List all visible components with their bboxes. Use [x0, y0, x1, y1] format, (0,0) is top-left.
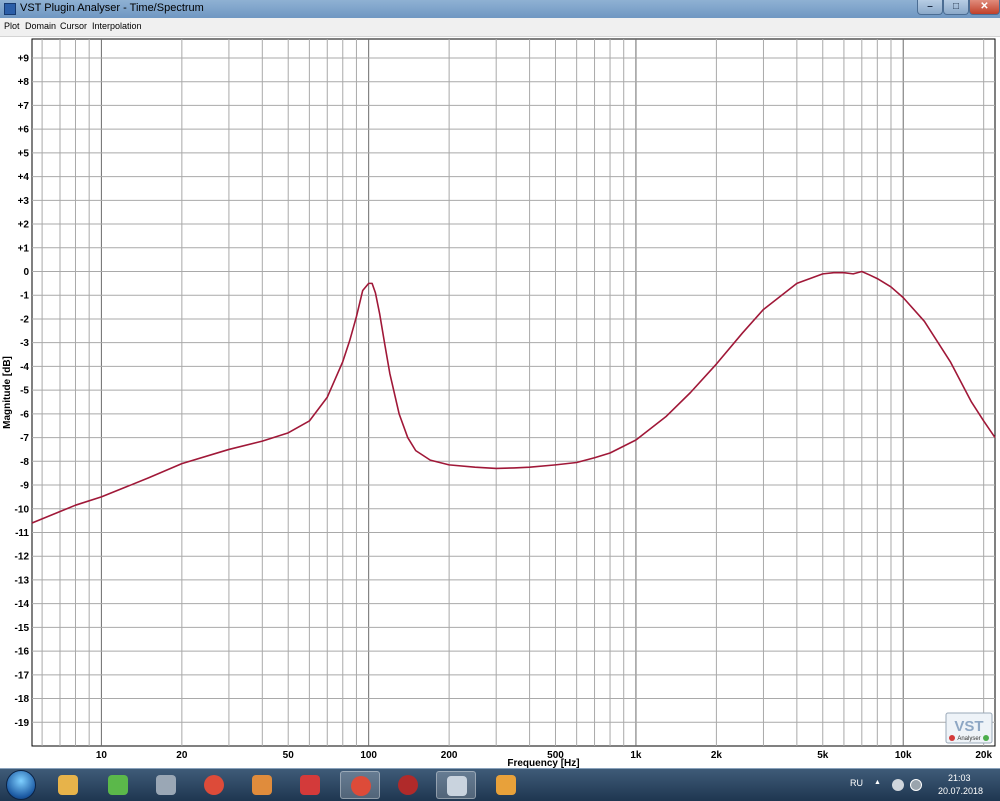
y-tick-label: -15: [15, 623, 30, 634]
chrome-icon: [204, 775, 224, 795]
vst-logo-text: VST: [954, 718, 983, 735]
x-tick-label: 10k: [895, 750, 912, 761]
taskbar-media[interactable]: [486, 771, 526, 799]
analyser-window: VST Plugin Analyser - Time/Spectrum – □ …: [0, 0, 1000, 768]
media-icon: [496, 775, 516, 795]
fl-studio-icon: [300, 775, 320, 795]
x-tick-label: 2k: [711, 750, 723, 761]
x-tick-label: 200: [441, 750, 458, 761]
vst-logo-subtext: Analyser: [957, 736, 980, 742]
y-tick-label: -2: [20, 314, 29, 325]
taskbar-calculator[interactable]: [146, 771, 186, 799]
y-axis-label: Magnitude [dB]: [2, 356, 13, 429]
taskbar-paint[interactable]: [242, 771, 282, 799]
y-tick-label: -17: [15, 670, 30, 681]
x-tick-label: 10: [96, 750, 108, 761]
x-tick-label: 1k: [630, 750, 642, 761]
plot-frame: [31, 38, 996, 747]
y-tick-label: -11: [15, 528, 29, 539]
close-button[interactable]: ✕: [969, 0, 1000, 15]
y-tick-label: -19: [15, 718, 30, 729]
x-axis-label: Frequency [Hz]: [507, 758, 579, 768]
logo-dot-red: [949, 735, 955, 741]
title-bar[interactable]: VST Plugin Analyser - Time/Spectrum – □ …: [0, 0, 1000, 19]
taskbar-chrome[interactable]: [194, 771, 234, 799]
y-tick-label: -13: [15, 575, 30, 586]
y-tick-label: +5: [18, 148, 30, 159]
clock-time[interactable]: 21:03: [948, 773, 971, 783]
y-tick-label: -14: [15, 599, 30, 610]
y-tick-label: -4: [20, 362, 29, 373]
tray-arrow-icon[interactable]: ▲: [874, 779, 881, 786]
y-tick-label: +7: [18, 101, 30, 112]
tray-volume-icon[interactable]: [910, 779, 922, 791]
y-tick-label: 0: [23, 267, 29, 278]
calculator-icon: [156, 775, 176, 795]
y-tick-label: -9: [20, 481, 29, 492]
y-tick-label: -8: [20, 457, 29, 468]
minimize-button[interactable]: –: [917, 0, 943, 15]
x-tick-label: 20k: [975, 750, 992, 761]
y-tick-label: -1: [20, 291, 29, 302]
x-tick-label: 20: [176, 750, 188, 761]
taskbar: RU ▲ 21:03 20.07.2018: [0, 768, 1000, 801]
vst-analyser-icon: [447, 776, 467, 796]
y-tick-label: +4: [18, 172, 30, 183]
maximize-button[interactable]: □: [943, 0, 969, 15]
y-tick-label: +6: [18, 125, 30, 136]
taskbar-daw[interactable]: [290, 771, 330, 799]
y-tick-label: +2: [18, 220, 30, 231]
tray-app-icon[interactable]: [892, 779, 904, 791]
taskbar-player[interactable]: [388, 771, 428, 799]
y-tick-label: -18: [15, 694, 30, 705]
app-icon: [4, 3, 16, 15]
y-tick-label: +8: [18, 77, 30, 88]
menu-cursor[interactable]: Cursor: [60, 21, 87, 31]
window-title: VST Plugin Analyser - Time/Spectrum: [20, 2, 204, 14]
y-tick-label: +3: [18, 196, 30, 207]
language-indicator[interactable]: RU: [850, 778, 863, 788]
plot-area[interactable]: +9 +8 +7 +6 +5 +4 +3 +2 +1 0 -1 -2 -3 -4 -5 -6 -7 -8 -9 -10…: [0, 37, 1000, 768]
utorrent-icon: [108, 775, 128, 795]
y-tick-label: -12: [15, 552, 30, 563]
menu-domain[interactable]: Domain: [25, 21, 56, 31]
start-button[interactable]: [2, 769, 40, 801]
clock-date[interactable]: 20.07.2018: [938, 786, 983, 796]
y-tick-label: -6: [20, 409, 29, 420]
y-tick-label: -5: [20, 386, 29, 397]
y-tick-label: -7: [20, 433, 29, 444]
menu-bar: Plot Domain Cursor Interpolation: [0, 18, 1000, 37]
windows-logo-icon: [6, 770, 36, 800]
taskbar-chrome-2[interactable]: [340, 771, 380, 799]
y-tick-label: +9: [18, 53, 30, 64]
y-tick-label: +1: [18, 243, 30, 254]
y-tick-label: -16: [15, 647, 30, 658]
x-tick-label: 5k: [817, 750, 829, 761]
palette-icon: [252, 775, 272, 795]
menu-plot[interactable]: Plot: [4, 21, 20, 31]
logo-dot-green: [983, 735, 989, 741]
x-tick-label: 50: [283, 750, 295, 761]
menu-interpolation[interactable]: Interpolation: [92, 21, 142, 31]
x-tick-label: 100: [360, 750, 377, 761]
folder-icon: [58, 775, 78, 795]
spectrum-chart[interactable]: +9 +8 +7 +6 +5 +4 +3 +2 +1 0 -1 -2 -3 -4 -5 -6 -7 -8 -9 -10…: [0, 37, 1000, 768]
player-icon: [398, 775, 418, 795]
y-tick-label: -10: [15, 504, 30, 515]
taskbar-explorer[interactable]: [48, 771, 88, 799]
taskbar-utorrent[interactable]: [98, 771, 138, 799]
taskbar-vst-analyser[interactable]: [436, 771, 476, 799]
y-tick-label: -3: [20, 338, 29, 349]
chrome-icon: [351, 776, 371, 796]
